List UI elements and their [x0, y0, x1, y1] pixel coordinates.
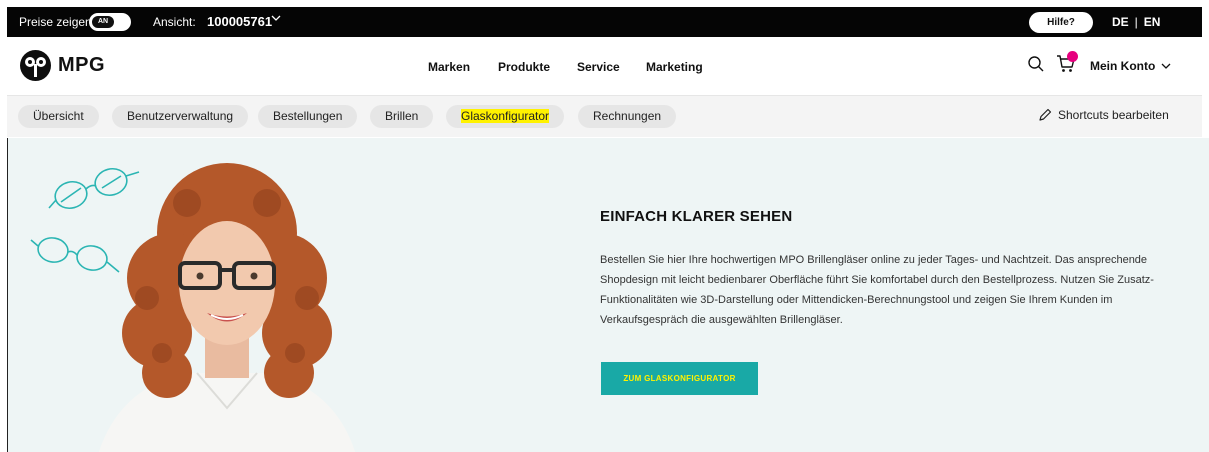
- logo-icon[interactable]: [20, 50, 51, 81]
- lang-de-link[interactable]: DE: [1112, 15, 1129, 29]
- shortcut-label: Glaskonfigurator: [461, 109, 550, 123]
- shortcut-glaskonfigurator[interactable]: Glaskonfigurator: [446, 105, 565, 128]
- nav-item-marketing[interactable]: Marketing: [646, 60, 703, 74]
- divider: [7, 138, 8, 452]
- shortcut-benutzerverwaltung[interactable]: Benutzerverwaltung: [112, 105, 249, 128]
- nav-item-service[interactable]: Service: [577, 60, 620, 74]
- hero-description: Bestellen Sie hier Ihre hochwertigen MPO…: [600, 254, 1154, 326]
- shortcut-uebersicht[interactable]: Übersicht: [18, 105, 99, 128]
- view-selector[interactable]: 100005761: [207, 14, 272, 29]
- top-bar: Preise zeigen: AN Ansicht: 100005761 Hil…: [7, 7, 1202, 37]
- woman-portrait-image: [98, 163, 356, 452]
- pencil-icon: [1039, 108, 1052, 121]
- shortcut-label: Rechnungen: [593, 109, 662, 123]
- shortcut-bestellungen[interactable]: Bestellungen: [258, 105, 358, 128]
- shortcut-brillen[interactable]: Brillen: [370, 105, 434, 128]
- account-label: Mein Konto: [1090, 59, 1156, 73]
- shortcut-label: Übersicht: [33, 109, 84, 123]
- hero-title: EINFACH KLARER SEHEN: [600, 208, 793, 225]
- edit-shortcuts-button[interactable]: Shortcuts bearbeiten: [1038, 108, 1169, 122]
- search-icon[interactable]: [1027, 55, 1045, 73]
- hero-banner: EINFACH KLARER SEHEN Bestellen Sie hier …: [7, 138, 1209, 452]
- prices-toggle[interactable]: AN: [89, 13, 131, 31]
- edit-shortcuts-label: Shortcuts bearbeiten: [1058, 108, 1169, 122]
- shortcut-rechnungen[interactable]: Rechnungen: [578, 105, 677, 128]
- main-navigation: MPG Marken Produkte Service Marketing Me…: [7, 37, 1202, 95]
- nav-item-marken[interactable]: Marken: [428, 60, 470, 74]
- shortcut-label: Bestellungen: [273, 109, 343, 123]
- chevron-down-icon[interactable]: [271, 13, 281, 26]
- view-label: Ansicht:: [153, 15, 196, 29]
- shortcut-label: Benutzerverwaltung: [127, 109, 234, 123]
- nav-item-produkte[interactable]: Produkte: [498, 60, 550, 74]
- shortcuts-bar: Übersicht Benutzerverwaltung Bestellunge…: [7, 95, 1202, 137]
- help-button[interactable]: Hilfe?: [1029, 12, 1093, 33]
- lang-separator: |: [1134, 15, 1138, 29]
- logo-text[interactable]: MPG: [58, 54, 105, 77]
- shortcut-label: Brillen: [385, 109, 419, 123]
- account-menu[interactable]: Mein Konto: [1090, 59, 1171, 73]
- toggle-value: AN: [92, 16, 114, 28]
- prices-label: Preise zeigen:: [19, 15, 96, 29]
- language-switch: DE | EN: [1112, 15, 1160, 29]
- chevron-down-icon: [1161, 61, 1171, 73]
- cart-badge: [1067, 51, 1078, 62]
- lang-en-link[interactable]: EN: [1144, 15, 1161, 29]
- glaskonfigurator-cta-button[interactable]: ZUM GLASKONFIGURATOR: [601, 362, 758, 395]
